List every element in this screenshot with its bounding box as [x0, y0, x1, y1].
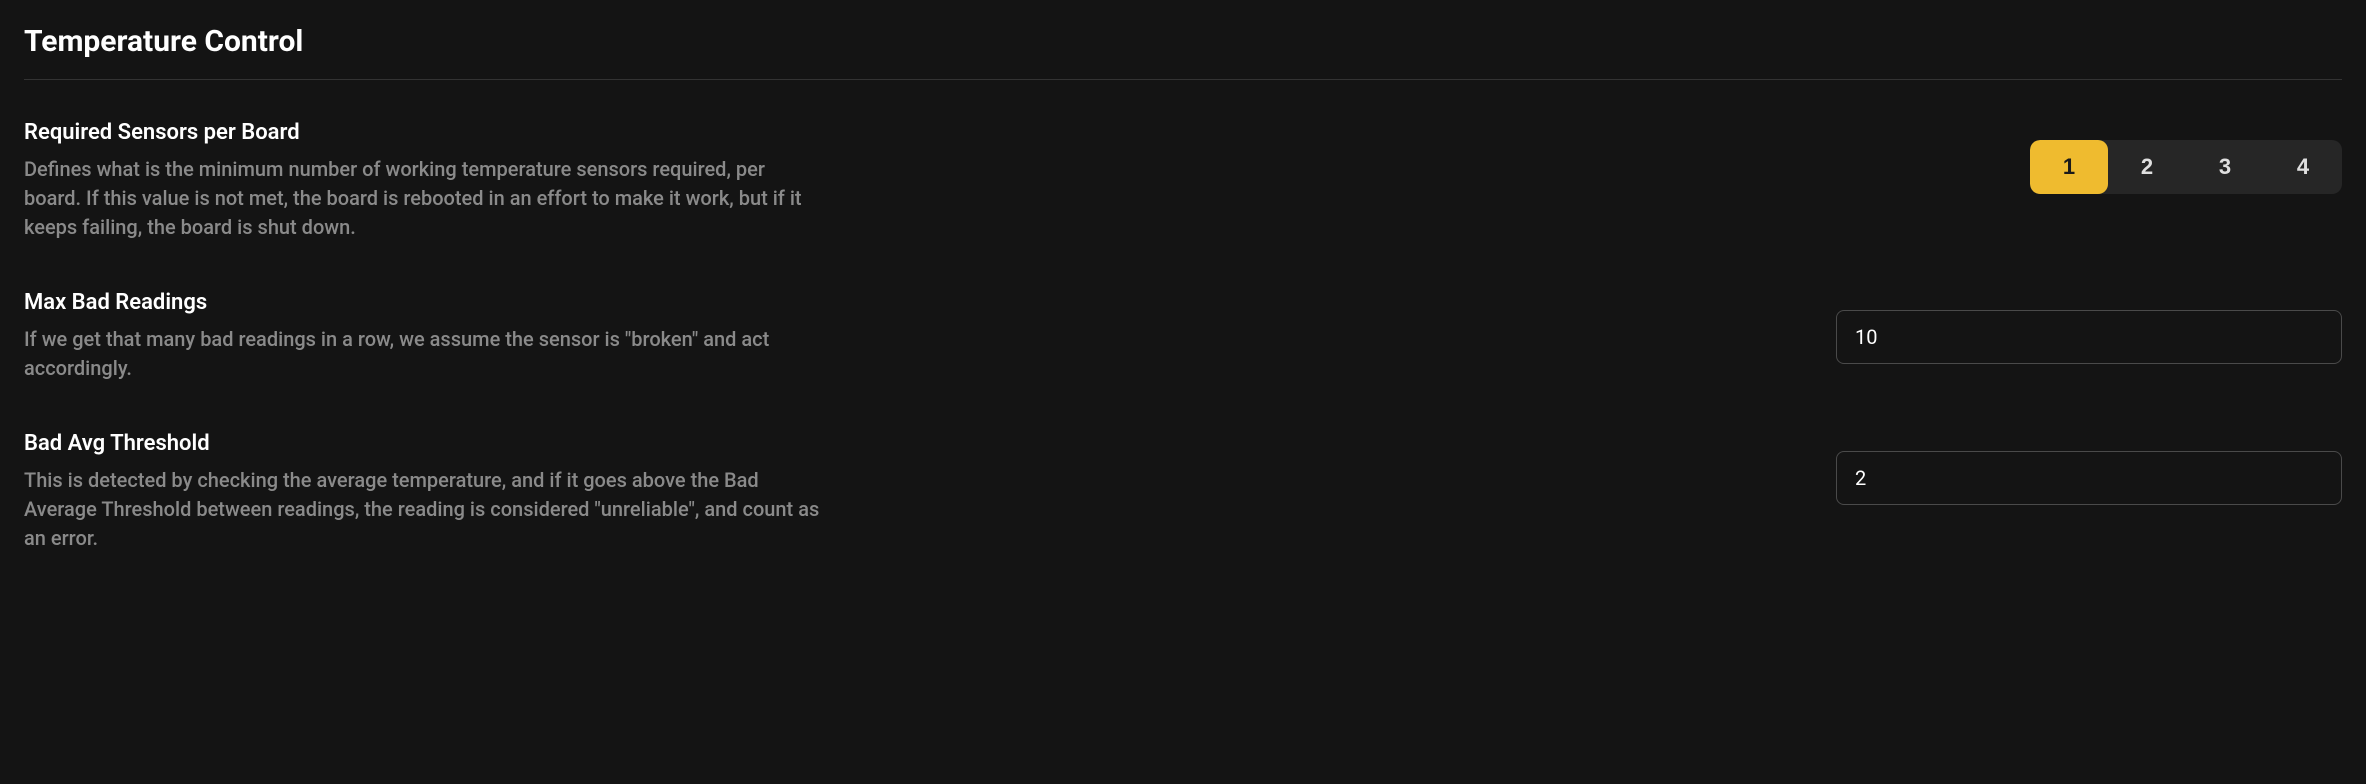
segment-option-4[interactable]: 4: [2264, 140, 2342, 194]
setting-max-bad-readings: Max Bad Readings If we get that many bad…: [24, 290, 2342, 383]
segment-option-3[interactable]: 3: [2186, 140, 2264, 194]
setting-description-required-sensors: Defines what is the minimum number of wo…: [24, 155, 824, 242]
setting-control-max-bad-readings: [1836, 290, 2342, 364]
setting-description-max-bad-readings: If we get that many bad readings in a ro…: [24, 325, 824, 383]
sensors-segmented-control: 1 2 3 4: [2030, 140, 2342, 194]
section-title: Temperature Control: [24, 24, 2342, 59]
setting-label-bad-avg-threshold: Bad Avg Threshold: [24, 431, 824, 456]
setting-text-block: Max Bad Readings If we get that many bad…: [24, 290, 824, 383]
bad-avg-threshold-input[interactable]: [1836, 451, 2342, 505]
segment-option-2[interactable]: 2: [2108, 140, 2186, 194]
setting-description-bad-avg-threshold: This is detected by checking the average…: [24, 466, 824, 553]
setting-text-block: Bad Avg Threshold This is detected by ch…: [24, 431, 824, 553]
setting-control-required-sensors: 1 2 3 4: [2030, 120, 2342, 194]
max-bad-readings-input[interactable]: [1836, 310, 2342, 364]
setting-bad-avg-threshold: Bad Avg Threshold This is detected by ch…: [24, 431, 2342, 553]
setting-control-bad-avg-threshold: [1836, 431, 2342, 505]
setting-label-max-bad-readings: Max Bad Readings: [24, 290, 824, 315]
section-divider: [24, 79, 2342, 80]
setting-label-required-sensors: Required Sensors per Board: [24, 120, 824, 145]
setting-required-sensors: Required Sensors per Board Defines what …: [24, 120, 2342, 242]
setting-text-block: Required Sensors per Board Defines what …: [24, 120, 824, 242]
segment-option-1[interactable]: 1: [2030, 140, 2108, 194]
